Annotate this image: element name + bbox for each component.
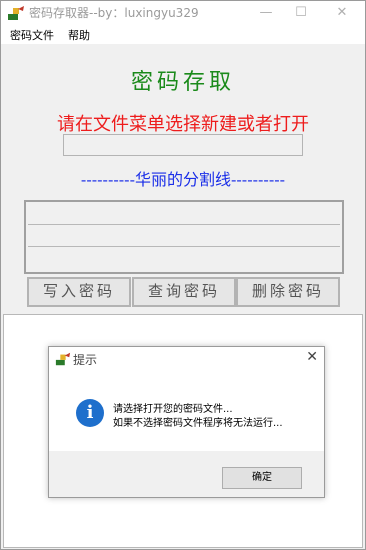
dialog-title-bar[interactable]: 提示 ✕: [49, 347, 324, 371]
divider-text: ----------华丽的分割线----------: [80, 170, 286, 189]
menu-password-file[interactable]: 密码文件: [10, 27, 54, 43]
dialog-title: 提示: [73, 353, 98, 367]
entry-row[interactable]: [28, 226, 340, 247]
menu-help[interactable]: 帮助: [68, 27, 90, 43]
window-title: 密码存取器--by：luxingyu329: [29, 6, 199, 20]
entry-row[interactable]: [28, 204, 340, 225]
dialog-body: i 请选择打开您的密码文件... 如果不选择密码文件程序将无法运行...: [49, 371, 324, 451]
file-path-field[interactable]: [63, 134, 303, 156]
app-icon: [8, 6, 24, 20]
query-password-button[interactable]: 查询密码: [132, 277, 236, 307]
maximize-button[interactable]: ☐: [282, 1, 320, 25]
close-button[interactable]: ✕: [323, 1, 361, 25]
dialog-message-line2: 如果不选择密码文件程序将无法运行...: [113, 418, 283, 429]
password-entry-box[interactable]: [24, 200, 344, 274]
info-dialog: 提示 ✕ i 请选择打开您的密码文件... 如果不选择密码文件程序将无法运行..…: [48, 346, 325, 498]
delete-password-button[interactable]: 删除密码: [236, 277, 340, 307]
ok-button[interactable]: 确定: [222, 467, 302, 489]
page-title: 密码存取: [130, 70, 235, 95]
write-password-button[interactable]: 写入密码: [27, 277, 131, 307]
dialog-close-button[interactable]: ✕: [306, 349, 318, 365]
info-icon: i: [76, 399, 104, 427]
minimize-button[interactable]: —: [247, 1, 285, 25]
entry-row[interactable]: [28, 248, 340, 268]
menu-bar: 密码文件 帮助: [1, 25, 365, 44]
app-icon: [55, 352, 71, 366]
app-window: 密码存取器--by：luxingyu329 — ☐ ✕ 密码文件 帮助 密码存取…: [0, 0, 366, 550]
title-bar[interactable]: 密码存取器--by：luxingyu329 — ☐ ✕: [1, 1, 365, 25]
dialog-message-line1: 请选择打开您的密码文件...: [113, 404, 233, 415]
instruction-text: 请在文件菜单选择新建或者打开: [57, 114, 309, 135]
